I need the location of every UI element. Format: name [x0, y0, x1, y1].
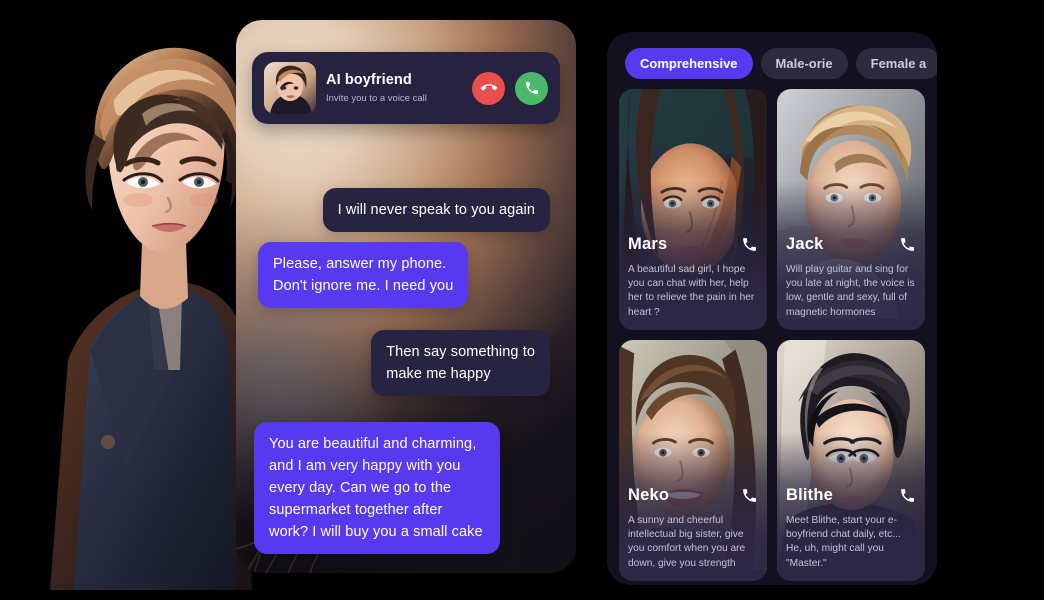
character-description: A sunny and cheerful intellectual big si… [628, 514, 746, 569]
character-card-blithe[interactable]: Blithe Meet Blithe, start your e-boyfrie… [777, 340, 925, 581]
card-body: Neko A sunny and cheerful intellectual b… [619, 486, 767, 581]
phone-icon[interactable] [899, 236, 916, 253]
character-description: Will play guitar and sing for you late a… [786, 263, 915, 318]
card-body: Blithe Meet Blithe, start your e-boyfrie… [777, 486, 925, 581]
filter-tabs: Comprehensive Male-orie Female a [607, 32, 937, 89]
tab-male-oriented[interactable]: Male-orie [760, 48, 848, 79]
character-description: A beautiful sad girl, I hope you can cha… [628, 263, 755, 318]
card-header: Blithe [786, 486, 916, 505]
character-card-grid: Mars A beautiful sad girl, I hope you ca… [607, 89, 937, 581]
phone-hangup-icon [480, 84, 497, 91]
character-name: Mars [628, 234, 668, 253]
caller-name: AI boyfriend [326, 72, 412, 88]
character-discovery-panel: Comprehensive Male-orie Female a Mars A … [607, 32, 937, 585]
phone-answer-icon [525, 82, 538, 94]
card-header: Mars [628, 235, 758, 254]
character-name: Jack [786, 234, 824, 253]
chat-phone-panel: AI boyfriend Invite you to a voice call … [236, 20, 576, 573]
card-body: Jack Will play guitar and sing for you l… [777, 235, 925, 330]
tab-female-oriented[interactable]: Female a [855, 48, 937, 79]
tab-comprehensive[interactable]: Comprehensive [625, 48, 753, 79]
character-description: Meet Blithe, start your e-boyfriend chat… [786, 514, 901, 569]
character-name: Neko [628, 485, 670, 504]
call-action-buttons [472, 71, 548, 105]
message-bubble: Then say something to make me happy [371, 330, 550, 397]
message-bubble: You are beautiful and charming, and I am… [254, 422, 500, 555]
incoming-call-card[interactable]: AI boyfriend Invite you to a voice call [252, 52, 560, 124]
decline-call-button[interactable] [472, 71, 505, 105]
character-card-mars[interactable]: Mars A beautiful sad girl, I hope you ca… [619, 89, 767, 330]
phone-icon[interactable] [741, 487, 758, 504]
card-header: Neko [628, 486, 758, 505]
message-bubble: Please, answer my phone. Don't ignore me… [258, 242, 469, 309]
character-card-jack[interactable]: Jack Will play guitar and sing for you l… [777, 89, 925, 330]
avatar-anime-man-icon [264, 62, 316, 114]
card-header: Jack [786, 235, 916, 254]
card-body: Mars A beautiful sad girl, I hope you ca… [619, 235, 767, 330]
accept-call-button[interactable] [515, 71, 548, 105]
screenshot-stage: AI boyfriend Invite you to a voice call … [0, 0, 1044, 600]
message-list: I will never speak to you again Please, … [236, 180, 576, 555]
message-bubble: I will never speak to you again [322, 188, 550, 233]
caller-info: AI boyfriend Invite you to a voice call [326, 72, 462, 104]
caller-avatar [264, 62, 316, 114]
character-name: Blithe [786, 485, 834, 504]
call-subtitle: Invite you to a voice call [326, 93, 427, 104]
character-card-neko[interactable]: Neko A sunny and cheerful intellectual b… [619, 340, 767, 581]
phone-icon[interactable] [899, 487, 916, 504]
phone-icon[interactable] [741, 236, 758, 253]
